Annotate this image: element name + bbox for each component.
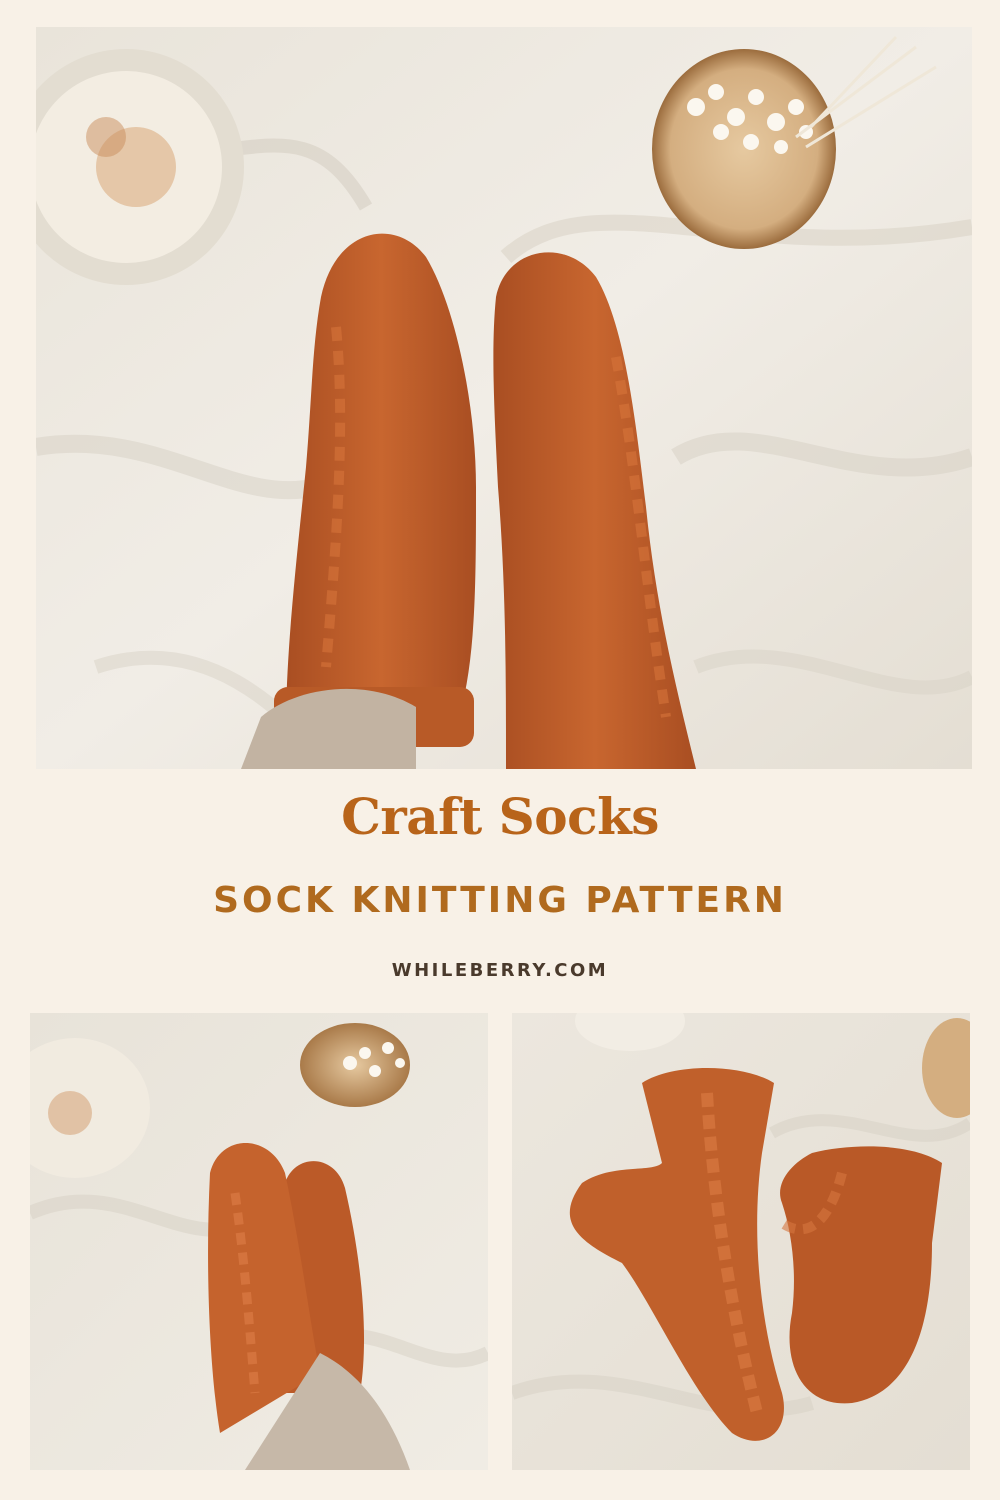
website-link[interactable]: WHILEBERRY.COM bbox=[0, 960, 1000, 981]
main-photo-socks-on-feet bbox=[36, 27, 972, 769]
photo-socks-side-view bbox=[30, 1013, 488, 1470]
pattern-subtitle: SOCK KNITTING PATTERN bbox=[213, 880, 787, 921]
page-title: Craft Socks bbox=[341, 787, 659, 846]
photo-socks-flat-pair bbox=[512, 1013, 970, 1470]
